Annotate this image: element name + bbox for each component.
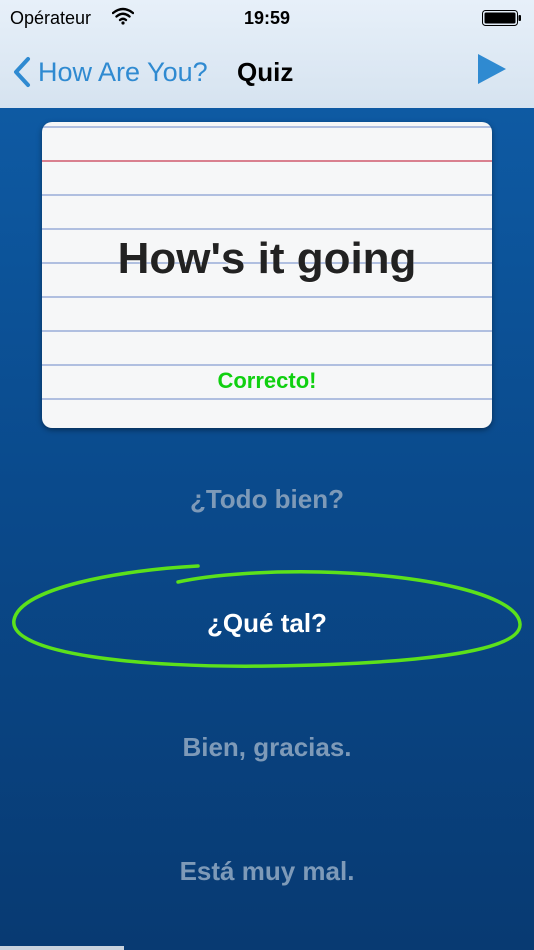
chevron-left-icon [14, 57, 30, 87]
scroll-indicator [0, 946, 124, 950]
quiz-area: How's it going Correcto! ¿Todo bien? ¿Qu… [0, 108, 534, 950]
top-bar: Opérateur 19:59 How Are You? Quiz [0, 0, 534, 109]
back-button[interactable]: How Are You? [12, 50, 208, 94]
answer-option-3[interactable]: Bien, gracias. [0, 732, 534, 763]
flash-card: How's it going Correcto! [42, 122, 492, 428]
answer-option-4[interactable]: Está muy mal. [0, 856, 534, 887]
play-icon [478, 54, 506, 84]
answer-option-1[interactable]: ¿Todo bien? [0, 484, 534, 515]
status-time: 19:59 [243, 8, 291, 28]
navigation-bar: How Are You? Quiz [0, 40, 534, 104]
play-button[interactable] [476, 52, 508, 91]
card-feedback: Correcto! [217, 368, 317, 393]
page-title: Quiz [237, 57, 294, 87]
status-bar: Opérateur 19:59 [0, 0, 534, 36]
back-button-label: How Are You? [38, 56, 208, 87]
battery-icon [482, 10, 521, 26]
card-prompt: How's it going [117, 234, 417, 283]
answer-option-2[interactable]: ¿Qué tal? [0, 608, 534, 639]
